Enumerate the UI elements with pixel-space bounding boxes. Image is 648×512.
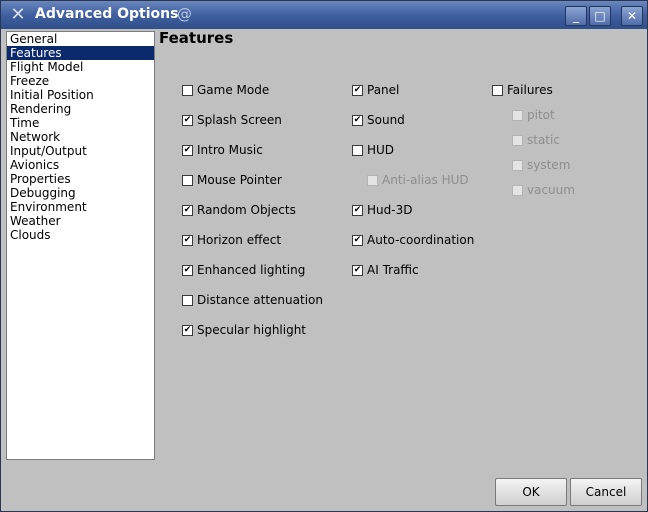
checkbox-splash-screen[interactable]: ✔ Splash Screen [182, 112, 282, 128]
checkbox-random-objects[interactable]: ✔ Random Objects [182, 202, 296, 218]
checkbox-label: system [527, 158, 571, 172]
advanced-options-window: ✕ Advanced Options @ _ □ ✕ General Featu… [0, 0, 648, 512]
checkbox-hud[interactable]: HUD [352, 142, 394, 158]
category-list: General Features Flight Model Freeze Ini… [6, 31, 155, 460]
checkbox-label: Anti-alias HUD [382, 173, 469, 187]
checkbox-label: vacuum [527, 183, 575, 197]
checkbox-box [512, 184, 523, 196]
sidebar-item-properties[interactable]: Properties [7, 172, 154, 186]
checkbox-box: ✔ [182, 114, 193, 126]
checkbox-label: Enhanced lighting [197, 263, 306, 277]
checkbox-system: system [512, 157, 570, 173]
checkbox-specular-highlight[interactable]: ✔ Specular highlight [182, 322, 306, 338]
sidebar-item-input-output[interactable]: Input/Output [7, 144, 154, 158]
checkbox-panel[interactable]: ✔ Panel [352, 82, 399, 98]
checkbox-box [182, 174, 193, 186]
checkbox-box: ✔ [352, 204, 363, 216]
checkbox-vacuum: vacuum [512, 182, 575, 198]
checkbox-static: static [512, 132, 560, 148]
checkbox-label: static [527, 133, 560, 147]
window-title: Advanced Options [35, 6, 179, 22]
checkbox-ai-traffic[interactable]: ✔ AI Traffic [352, 262, 419, 278]
checkbox-label: Random Objects [197, 203, 296, 217]
checkbox-box: ✔ [352, 84, 363, 96]
checkbox-label: AI Traffic [367, 263, 419, 277]
checkbox-box [512, 134, 523, 146]
sidebar-item-network[interactable]: Network [7, 130, 154, 144]
sidebar-item-environment[interactable]: Environment [7, 200, 154, 214]
checkbox-label: HUD [367, 143, 395, 157]
checkbox-box: ✔ [182, 204, 193, 216]
checkbox-box: ✔ [182, 234, 193, 246]
checkbox-label: Mouse Pointer [197, 173, 282, 187]
title-bar[interactable]: ✕ Advanced Options @ _ □ ✕ [1, 1, 647, 29]
sidebar-item-avionics[interactable]: Avionics [7, 158, 154, 172]
sidebar-item-initial-position[interactable]: Initial Position [7, 88, 154, 102]
sidebar-item-weather[interactable]: Weather [7, 214, 154, 228]
checkbox-failures[interactable]: Failures [492, 82, 553, 98]
checkbox-label: Hud-3D [367, 203, 413, 217]
checkbox-label: Failures [507, 83, 553, 97]
checkbox-label: Specular highlight [197, 323, 307, 337]
ok-button[interactable]: OK [495, 478, 567, 506]
sidebar-item-freeze[interactable]: Freeze [7, 74, 154, 88]
checkbox-box [352, 144, 363, 156]
checkbox-game-mode[interactable]: Game Mode [182, 82, 269, 98]
checkbox-label: Auto-coordination [367, 233, 475, 247]
swirl-icon: @ [177, 5, 192, 23]
checkbox-label: Intro Music [197, 143, 263, 157]
checkbox-anti-alias-hud: Anti-alias HUD [367, 172, 469, 188]
checkbox-label: Distance attenuation [197, 293, 323, 307]
checkbox-intro-music[interactable]: ✔ Intro Music [182, 142, 263, 158]
checkbox-sound[interactable]: ✔ Sound [352, 112, 405, 128]
minimize-button[interactable]: _ [565, 6, 587, 26]
checkbox-hud-3d[interactable]: ✔ Hud-3D [352, 202, 412, 218]
checkbox-box: ✔ [352, 114, 363, 126]
sidebar-item-features[interactable]: Features [7, 46, 154, 60]
checkbox-box [492, 84, 503, 96]
cancel-button[interactable]: Cancel [570, 478, 642, 506]
maximize-button[interactable]: □ [589, 6, 611, 26]
sidebar-item-general[interactable]: General [7, 32, 154, 46]
checkbox-box [182, 84, 193, 96]
checkbox-label: pitot [527, 108, 555, 122]
checkbox-box: ✔ [352, 234, 363, 246]
checkbox-box: ✔ [182, 144, 193, 156]
checkbox-pitot: pitot [512, 107, 555, 123]
sidebar-item-flight-model[interactable]: Flight Model [7, 60, 154, 74]
sidebar-item-clouds[interactable]: Clouds [7, 228, 154, 242]
checkbox-box [367, 174, 378, 186]
close-button[interactable]: ✕ [621, 6, 643, 26]
x-icon: ✕ [10, 4, 26, 25]
checkbox-mouse-pointer[interactable]: Mouse Pointer [182, 172, 282, 188]
checkbox-box [182, 294, 193, 306]
checkbox-label: Sound [367, 113, 405, 127]
checkbox-label: Splash Screen [197, 113, 282, 127]
sidebar-item-time[interactable]: Time [7, 116, 154, 130]
checkbox-box [512, 109, 523, 121]
checkbox-box [512, 159, 523, 171]
sidebar-item-debugging[interactable]: Debugging [7, 186, 154, 200]
checkbox-box: ✔ [182, 264, 193, 276]
checkbox-auto-coordination[interactable]: ✔ Auto-coordination [352, 232, 474, 248]
checkbox-label: Game Mode [197, 83, 270, 97]
checkbox-label: Horizon effect [197, 233, 282, 247]
sidebar-item-rendering[interactable]: Rendering [7, 102, 154, 116]
checkbox-box: ✔ [182, 324, 193, 336]
checkbox-enhanced-lighting[interactable]: ✔ Enhanced lighting [182, 262, 305, 278]
checkbox-horizon-effect[interactable]: ✔ Horizon effect [182, 232, 281, 248]
checkbox-box: ✔ [352, 264, 363, 276]
checkbox-label: Panel [367, 83, 400, 97]
checkbox-distance-attenuation[interactable]: Distance attenuation [182, 292, 323, 308]
page-title: Features [159, 29, 234, 47]
